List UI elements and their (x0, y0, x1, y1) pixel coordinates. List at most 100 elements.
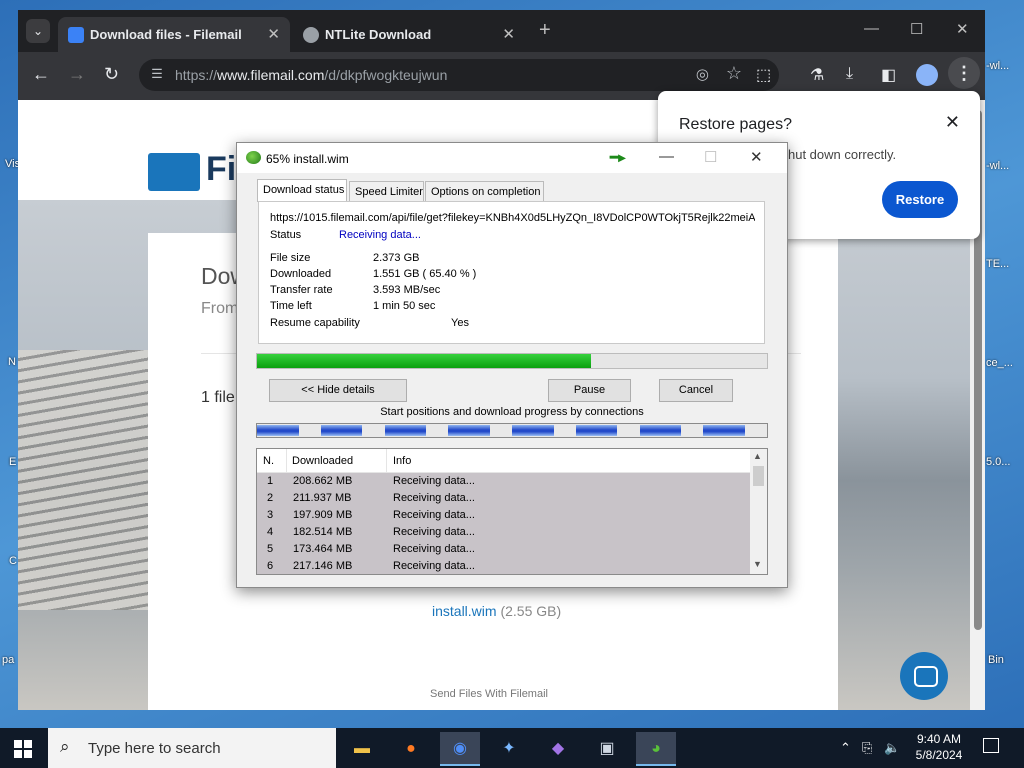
chevron-up-icon[interactable]: ⌃ (840, 740, 851, 756)
desktop-icon[interactable]: E (9, 456, 16, 468)
scroll-up-icon[interactable]: ▲ (753, 451, 762, 461)
table-row[interactable]: 2 211.937 MB Receiving data... (257, 490, 750, 507)
resume-value: Yes (451, 317, 469, 329)
search-placeholder: Type here to search (88, 740, 221, 757)
row-number: 6 (267, 560, 274, 572)
row-number: 2 (267, 492, 274, 504)
globe-icon (303, 27, 319, 43)
address-bar[interactable]: ☰ https://www.filemail.com/d/dkpfwogkteu… (139, 59, 779, 91)
table-row[interactable]: 6 217.146 MB Receiving data... (257, 558, 750, 574)
search-icon: ⌕ (60, 737, 70, 756)
clock-date: 5/8/2024 (915, 748, 963, 762)
time-left-label: Time left (270, 300, 312, 312)
new-tab-button[interactable]: + (539, 19, 551, 42)
desktop-icon[interactable]: 5.0... (986, 456, 1010, 468)
file-explorer-icon[interactable]: ▬ (342, 732, 382, 766)
desktop-icon[interactable]: pa (2, 654, 14, 666)
table-row[interactable]: 5 173.464 MB Receiving data... (257, 541, 750, 558)
close-window-icon[interactable]: ✕ (956, 20, 969, 38)
volume-muted-icon[interactable]: 🔈 (884, 740, 900, 756)
tab-ntlite[interactable]: NTLite Download ✕ (293, 17, 525, 52)
notification-center-icon[interactable] (983, 738, 999, 753)
taskbar: ⌕ Type here to search ▬ ● ◉ ✦ ◆ ▣ ◕ ⌃ ⎘ … (0, 728, 1024, 768)
pause-button[interactable]: Pause (548, 379, 631, 402)
maximize-icon[interactable]: ☐ (910, 20, 923, 38)
site-info-icon[interactable]: ☰ (147, 64, 167, 84)
desktop-icon[interactable]: TE... (986, 258, 1009, 270)
desktop-icon[interactable]: ce_... (986, 357, 1013, 369)
close-icon[interactable]: ✕ (945, 112, 960, 133)
chat-bubble-icon[interactable] (900, 652, 948, 700)
close-icon[interactable]: ✕ (750, 148, 763, 166)
minimize-icon[interactable]: — (659, 148, 674, 165)
transfer-rate-label: Transfer rate (270, 284, 333, 296)
connection-segment (703, 425, 745, 436)
close-tab-icon[interactable]: ✕ (267, 25, 280, 43)
table-row[interactable]: 1 208.662 MB Receiving data... (257, 473, 750, 490)
hide-details-button[interactable]: << Hide details (269, 379, 407, 402)
connection-segment (512, 425, 554, 436)
progress-bar (256, 353, 768, 369)
restore-button[interactable]: Restore (882, 181, 958, 218)
network-icon[interactable]: ⎘ (862, 740, 872, 756)
row-number: 1 (267, 475, 274, 487)
chrome-icon[interactable]: ◉ (440, 732, 480, 766)
connections-list[interactable]: N. Downloaded Info 1 208.662 MB Receivin… (256, 448, 768, 575)
desktop-icon[interactable]: -wl... (986, 60, 1009, 72)
bookmark-star-icon[interactable]: ☆ (726, 63, 742, 84)
taskbar-search[interactable]: ⌕ Type here to search (48, 728, 336, 768)
download-progress-dialog: 65% install.wim ━▸ — ☐ ✕ Download status… (236, 142, 788, 588)
row-info: Receiving data... (393, 543, 475, 555)
table-row[interactable]: 4 182.514 MB Receiving data... (257, 524, 750, 541)
connection-segment (320, 425, 363, 436)
row-downloaded: 197.909 MB (293, 509, 353, 521)
desktop-icon[interactable]: -wl... (986, 160, 1009, 172)
url-text[interactable]: https://www.filemail.com/d/dkpfwogkteujw… (175, 67, 447, 83)
tracking-blocked-icon[interactable]: ◎ (696, 65, 709, 83)
windows-start-icon[interactable] (14, 740, 32, 758)
tab-filemail[interactable]: Download files - Filemail ✕ (58, 17, 290, 52)
filemail-logo-icon[interactable] (148, 153, 200, 191)
row-number: 5 (267, 543, 274, 555)
table-row[interactable]: 3 197.909 MB Receiving data... (257, 507, 750, 524)
reload-icon[interactable]: ↻ (104, 64, 119, 85)
dialog-title: 65% install.wim (266, 152, 349, 166)
people-app-icon[interactable]: ✦ (489, 732, 529, 766)
browser-menu-icon[interactable]: ⋮ (948, 57, 980, 89)
idm-taskbar-icon[interactable]: ◕ (636, 732, 676, 766)
file-link[interactable]: install.wim (432, 603, 497, 619)
file-entry: install.wim (2.55 GB) (432, 603, 561, 619)
cancel-button[interactable]: Cancel (659, 379, 733, 402)
scrollbar-thumb[interactable] (753, 466, 764, 486)
back-icon[interactable]: ← (32, 64, 50, 85)
tab-search-button[interactable]: ⌄ (26, 19, 50, 43)
minimize-icon[interactable]: — (864, 20, 879, 37)
app-icon[interactable]: ▣ (587, 732, 627, 766)
profile-avatar[interactable] (916, 64, 938, 86)
tab-download-status[interactable]: Download status (257, 179, 347, 202)
labs-flask-icon[interactable]: ⚗ (810, 65, 824, 85)
tab-speed-limiter[interactable]: Speed Limiter (349, 181, 424, 202)
clock-time: 9:40 AM (916, 732, 962, 746)
list-scrollbar[interactable]: ▲ ▼ (750, 449, 767, 574)
time-left-value: 1 min 50 sec (373, 300, 436, 312)
side-panel-icon[interactable]: ◧ (881, 65, 896, 85)
firefox-icon[interactable]: ● (391, 732, 431, 766)
desktop-icon[interactable]: N (8, 356, 16, 368)
list-header: N. Downloaded Info (257, 449, 750, 473)
column-header-n[interactable]: N. (263, 455, 274, 467)
system-clock[interactable]: 9:40 AM 5/8/2024 (910, 731, 968, 763)
close-tab-icon[interactable]: ✕ (502, 25, 515, 43)
desktop-icon[interactable]: C (9, 555, 17, 567)
extensions-icon[interactable]: ⬚ (756, 65, 771, 85)
visual-studio-icon[interactable]: ◆ (538, 732, 578, 766)
forward-icon[interactable]: → (68, 64, 86, 85)
tab-options-on-completion[interactable]: Options on completion (425, 181, 544, 202)
scroll-down-icon[interactable]: ▼ (753, 559, 762, 569)
pier-image (18, 350, 148, 610)
connection-segment (257, 425, 299, 436)
downloads-icon[interactable]: ⤓ (846, 65, 853, 83)
recycle-bin-icon[interactable]: Bin (988, 654, 1004, 666)
column-header-downloaded[interactable]: Downloaded (292, 455, 353, 467)
column-header-info[interactable]: Info (393, 455, 411, 467)
